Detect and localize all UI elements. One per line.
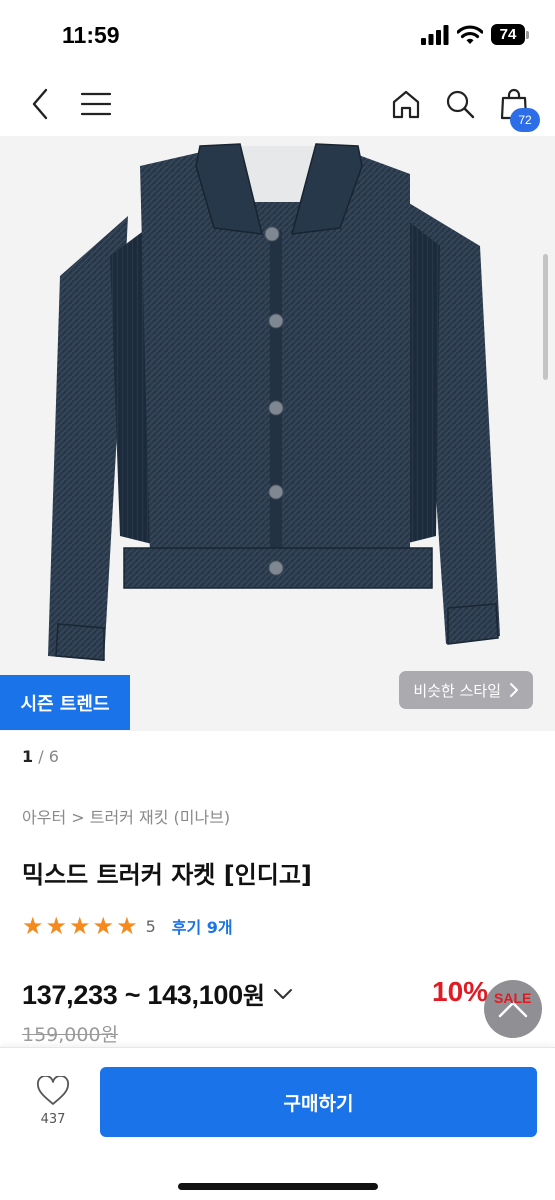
star-icon: ★ [45, 912, 68, 940]
season-trend-tag[interactable]: 시즌 트렌드 [0, 675, 130, 730]
star-icon: ★ [22, 912, 44, 940]
home-icon [392, 90, 420, 119]
rating-value: 5 [145, 916, 156, 936]
price-range-value: 137,233 ~ 143,100 [22, 980, 243, 1010]
star-rating: ★ ★ ★ ★ ★ [22, 914, 138, 938]
discount-rate: 10% [432, 976, 489, 1007]
scroll-top-button[interactable] [484, 980, 542, 1038]
product-title: 믹스드 트러커 자켓 [인디고] [22, 861, 312, 889]
chevron-down-icon[interactable] [273, 988, 293, 1000]
cart-count-badge: 72 [510, 108, 540, 132]
back-button[interactable] [20, 84, 60, 124]
similar-style-label: 비슷한 스타일 [413, 681, 501, 700]
review-count-link[interactable]: 후기 9개 [172, 914, 233, 938]
similar-style-button[interactable]: 비슷한 스타일 [399, 671, 533, 709]
heart-icon [36, 1076, 70, 1105]
star-icon: ★ [92, 912, 115, 940]
hamburger-icon [81, 92, 111, 116]
price-unit: 원 [242, 982, 265, 1010]
breadcrumb[interactable]: 아우터 > 트러커 재킷 (미나브) [22, 804, 230, 828]
sale-label: SALE [494, 990, 532, 1006]
star-icon: ★ [69, 912, 91, 940]
status-icons: 74 [421, 24, 529, 45]
home-indicator [178, 1183, 378, 1190]
pager-current: 1 [22, 747, 34, 766]
pager-total: 6 [48, 747, 59, 766]
buy-button[interactable]: 구매하기 [100, 1067, 537, 1137]
nav-bar: 72 [0, 70, 555, 136]
product-image-carousel[interactable] [0, 136, 555, 731]
cart-button[interactable]: 72 [494, 84, 540, 132]
original-price: 159,000원 [22, 1024, 119, 1046]
search-icon [446, 90, 475, 119]
image-pager: 1 / 6 [22, 747, 59, 766]
pager-separator: / [33, 747, 49, 766]
back-icon [32, 88, 48, 120]
status-time: 11:59 [62, 22, 120, 48]
battery-icon: 74 [491, 24, 529, 45]
battery-level: 74 [491, 24, 525, 45]
price-row[interactable]: 137,233 ~ 143,100원 [22, 976, 293, 1011]
price-range: 137,233 ~ 143,100원 [22, 976, 265, 1011]
star-icon: ★ [116, 912, 138, 940]
wishlist-button[interactable]: 437 [25, 1076, 81, 1127]
wishlist-count: 437 [40, 1112, 66, 1127]
bottom-action-bar: 437 구매하기 [0, 1047, 555, 1200]
rating-row: ★ ★ ★ ★ ★ 5 후기 9개 [22, 914, 233, 938]
signal-icon [421, 24, 449, 45]
menu-button[interactable] [76, 84, 116, 124]
scroll-indicator [543, 254, 548, 380]
search-button[interactable] [440, 84, 480, 124]
chevron-right-icon [510, 683, 518, 697]
wifi-icon [457, 24, 483, 44]
status-bar: 11:59 74 [0, 0, 555, 70]
home-button[interactable] [386, 84, 426, 124]
jacket-photo [48, 143, 500, 661]
